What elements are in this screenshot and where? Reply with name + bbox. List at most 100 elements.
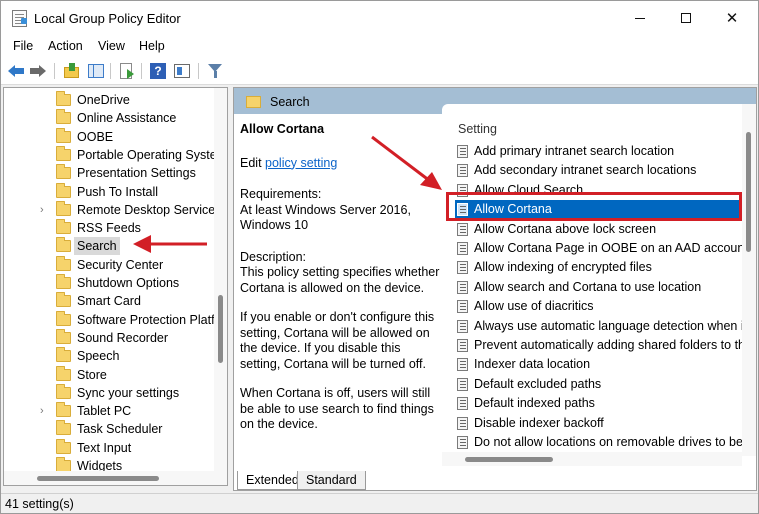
show-hide-console-tree-icon[interactable]	[87, 62, 105, 80]
tree-hscroll-thumb[interactable]	[37, 476, 159, 481]
tree-item[interactable]: Sync your settings	[4, 383, 214, 402]
back-arrow-icon[interactable]	[8, 62, 26, 80]
policy-setting-icon	[457, 261, 468, 275]
setting-row[interactable]: Allow Cortana Page in OOBE on an AAD acc…	[455, 239, 742, 258]
tree-item[interactable]: Text Input	[4, 438, 214, 457]
folder-icon	[56, 383, 71, 399]
filter-icon[interactable]	[206, 62, 224, 80]
folder-icon	[56, 438, 71, 454]
folder-icon	[56, 164, 71, 180]
tree-item[interactable]: Security Center	[4, 255, 214, 274]
minimize-icon	[635, 17, 645, 19]
tree-item-label: OOBE	[77, 129, 114, 144]
setting-row[interactable]: Disable indexer backoff	[455, 414, 742, 433]
tree-item-label: Tablet PC	[77, 404, 132, 419]
tree-item-label: Task Scheduler	[77, 422, 163, 437]
folder-icon	[56, 182, 71, 198]
settings-scroll-thumb[interactable]	[746, 132, 751, 252]
policy-title: Allow Cortana	[240, 122, 325, 136]
app-window: Local Group Policy Editor ✕ File Action …	[0, 0, 759, 514]
setting-column-header[interactable]: Setting	[458, 122, 497, 136]
tree-item[interactable]: Store	[4, 365, 214, 384]
tree-item[interactable]: Sound Recorder	[4, 328, 214, 347]
toolbar: ?	[1, 57, 758, 85]
title-bar[interactable]: Local Group Policy Editor ✕	[1, 1, 758, 35]
tree-item[interactable]: Presentation Settings	[4, 164, 214, 182]
setting-row[interactable]: Add primary intranet search location	[455, 142, 742, 161]
menu-action[interactable]: Action	[48, 39, 83, 53]
tree-horizontal-scrollbar[interactable]	[4, 471, 227, 485]
group-policy-app-icon	[12, 10, 27, 27]
tree-item-label: Search	[74, 237, 120, 256]
tree-scroll-thumb[interactable]	[218, 295, 223, 363]
setting-row[interactable]: Prevent automatically adding shared fold…	[455, 336, 742, 355]
setting-row[interactable]: Default indexed paths	[455, 394, 742, 413]
tree-item[interactable]: OOBE	[4, 127, 214, 146]
tree-item[interactable]: › Tablet PC	[4, 402, 214, 420]
setting-label: Default indexed paths	[474, 396, 595, 411]
maximize-button[interactable]	[663, 1, 709, 35]
extended-view-icon[interactable]	[173, 62, 191, 80]
setting-row[interactable]: Indexer data location	[455, 355, 742, 374]
menu-file[interactable]: File	[13, 39, 33, 53]
settings-vertical-scrollbar[interactable]	[742, 104, 756, 456]
folder-up-icon[interactable]	[63, 62, 81, 80]
folder-icon	[56, 328, 71, 344]
settings-horizontal-scrollbar[interactable]	[442, 452, 742, 466]
edit-policy-setting-link[interactable]: policy setting	[265, 156, 337, 170]
chevron-right-icon[interactable]: ›	[40, 405, 44, 417]
edit-line: Edit policy setting	[240, 156, 440, 172]
tree-item[interactable]: Speech	[4, 347, 214, 365]
policy-setting-icon	[457, 397, 468, 411]
setting-label: Allow Cortana above lock screen	[474, 221, 657, 236]
tree-item[interactable]: Smart Card	[4, 292, 214, 310]
setting-row[interactable]: Allow Cortana above lock screen	[455, 220, 742, 239]
tree-item[interactable]: Software Protection Platfo	[4, 310, 222, 329]
menu-help[interactable]: Help	[139, 39, 165, 53]
tree-item[interactable]: Task Scheduler	[4, 420, 214, 438]
policy-setting-icon	[457, 280, 468, 294]
minimize-button[interactable]	[617, 1, 663, 35]
setting-row[interactable]: Add secondary intranet search locations	[455, 161, 742, 180]
folder-icon	[56, 420, 71, 436]
chevron-right-icon[interactable]: ›	[40, 204, 44, 216]
setting-label: Always use automatic language detection …	[474, 318, 742, 333]
policy-setting-icon	[457, 377, 468, 391]
forward-arrow-icon[interactable]	[30, 62, 48, 80]
tree-item-label: Store	[77, 367, 107, 382]
tree-item[interactable]: OneDrive	[4, 91, 214, 109]
tree-item[interactable]: RSS Feeds	[4, 219, 214, 237]
setting-row[interactable]: Allow search and Cortana to use location	[455, 278, 742, 297]
tree-item[interactable]: › Remote Desktop Services	[4, 200, 222, 219]
tree-item[interactable]: Search	[4, 237, 214, 256]
policy-setting-icon	[457, 319, 468, 333]
tree-item[interactable]: Portable Operating Syste	[4, 145, 217, 164]
export-list-icon[interactable]	[118, 62, 136, 80]
requirements-text: At least Windows Server 2016, Windows 10	[240, 202, 411, 233]
setting-row[interactable]: Always use automatic language detection …	[455, 317, 742, 336]
tree-item-label: Shutdown Options	[77, 276, 180, 290]
tree-item-label: Presentation Settings	[77, 166, 196, 181]
close-button[interactable]: ✕	[709, 1, 755, 35]
folder-icon	[246, 96, 261, 108]
tab-standard[interactable]: Standard	[297, 471, 366, 490]
tree-vertical-scrollbar[interactable]	[214, 88, 227, 471]
setting-row[interactable]: Do not allow locations on removable driv…	[455, 433, 742, 452]
setting-row[interactable]: Allow use of diacritics	[455, 297, 742, 316]
settings-hscroll-thumb[interactable]	[465, 457, 553, 462]
folder-icon	[56, 292, 71, 308]
folder-icon	[56, 347, 71, 363]
annotation-highlight-box	[446, 192, 742, 221]
setting-row[interactable]: Allow indexing of encrypted files	[455, 258, 742, 277]
help-icon[interactable]: ?	[149, 62, 167, 80]
tree-item[interactable]: Push To Install	[4, 182, 214, 201]
menu-view[interactable]: View	[98, 39, 125, 53]
folder-icon	[56, 200, 71, 216]
setting-row[interactable]: Default excluded paths	[455, 375, 742, 394]
status-bar: 41 setting(s)	[1, 493, 758, 513]
tree-item[interactable]: Shutdown Options	[4, 274, 214, 292]
folder-icon	[56, 127, 71, 143]
tree-item[interactable]: Online Assistance	[4, 109, 214, 127]
setting-label: Do not allow locations on removable driv…	[474, 435, 742, 449]
tree-item-label: Speech	[77, 349, 120, 364]
